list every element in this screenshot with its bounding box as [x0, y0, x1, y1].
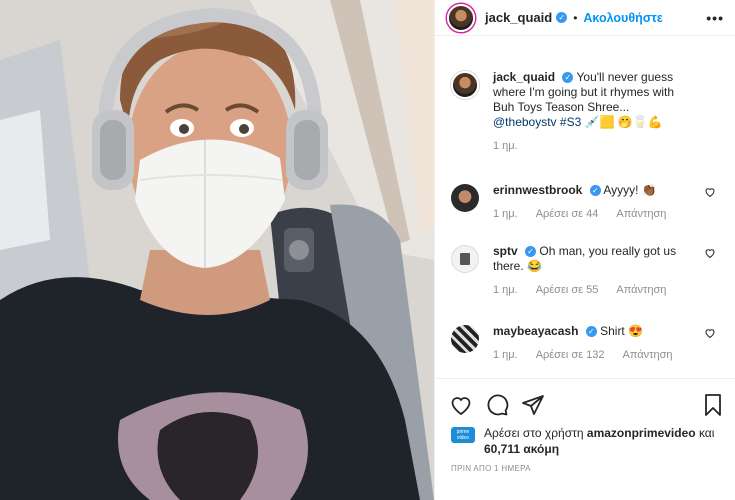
- verified-icon: ✓: [585, 326, 597, 338]
- heart-icon[interactable]: [704, 327, 716, 339]
- more-icon[interactable]: •••: [706, 10, 724, 26]
- comment-text: erinnwestbrook ✓ Ayyyy! 👏🏾: [493, 183, 696, 198]
- verified-icon: ✓: [562, 72, 574, 84]
- bookmark-icon[interactable]: [701, 393, 725, 417]
- comment-time[interactable]: 1 ημ.: [493, 208, 518, 220]
- caption-time[interactable]: 1 ημ.: [493, 140, 518, 152]
- comment-likes[interactable]: Αρέσει σε 132: [536, 349, 605, 361]
- caption-username[interactable]: jack_quaid: [493, 70, 555, 84]
- author-username[interactable]: jack_quaid: [485, 10, 552, 25]
- comment-item: maybeayacash ✓ Shirt 😍 1 ημ. Αρέσει σε 1…: [435, 324, 735, 361]
- reply-button[interactable]: Απάντηση: [616, 208, 666, 220]
- likes-summary: prime video Αρέσει στο χρήστη amazonprim…: [451, 425, 731, 457]
- commenter-avatar[interactable]: [451, 184, 479, 212]
- separator-dot: •: [573, 10, 578, 25]
- verified-icon: ✓: [556, 12, 568, 23]
- caption-meta: 1 ημ.: [493, 140, 696, 152]
- comment-time[interactable]: 1 ημ.: [493, 349, 518, 361]
- likes-user[interactable]: amazonprimevideo: [587, 426, 696, 440]
- comment-likes[interactable]: Αρέσει σε 55: [536, 284, 599, 296]
- comment-meta: 1 ημ. Αρέσει σε 132 Απάντηση: [493, 349, 696, 361]
- prime-video-avatar[interactable]: prime video: [451, 427, 475, 443]
- heart-icon[interactable]: [704, 247, 716, 259]
- comment-time[interactable]: 1 ημ.: [493, 284, 518, 296]
- post-details-panel: jack_quaid ✓ • Ακολουθήστε ••• jack_quai…: [434, 0, 735, 500]
- verified-icon: ✓: [525, 246, 537, 258]
- likes-prefix: Αρέσει στο χρήστη: [484, 426, 584, 440]
- caption-mention[interactable]: @theboystv: [493, 115, 557, 129]
- caption: jack_quaid ✓ You'll never guess where I'…: [435, 70, 735, 152]
- comment-text: sptv ✓ Oh man, you really got us there. …: [493, 244, 696, 274]
- heart-icon[interactable]: [704, 186, 716, 198]
- comment-item: erinnwestbrook ✓ Ayyyy! 👏🏾 1 ημ. Αρέσει …: [435, 183, 735, 220]
- comment-item: sptv ✓ Oh man, you really got us there. …: [435, 244, 735, 296]
- post-photo[interactable]: [0, 0, 434, 500]
- commenter-avatar[interactable]: [451, 325, 479, 353]
- caption-hashtag[interactable]: #S3: [560, 115, 581, 129]
- commenter-username[interactable]: maybeayacash: [493, 324, 578, 338]
- likes-connector: και: [698, 426, 715, 440]
- author-avatar[interactable]: [447, 3, 475, 32]
- heart-icon[interactable]: [449, 393, 473, 417]
- comment-meta: 1 ημ. Αρέσει σε 44 Απάντηση: [493, 208, 696, 220]
- commenter-username[interactable]: sptv: [493, 244, 518, 258]
- follow-button[interactable]: Ακολουθήστε: [583, 11, 662, 25]
- comment-meta: 1 ημ. Αρέσει σε 55 Απάντηση: [493, 284, 696, 296]
- reply-button[interactable]: Απάντηση: [622, 349, 672, 361]
- reply-button[interactable]: Απάντηση: [616, 284, 666, 296]
- caption-emojis: 💉🟨 🤭🥛💪: [584, 115, 663, 129]
- commenter-username[interactable]: erinnwestbrook: [493, 183, 582, 197]
- comment-text: maybeayacash ✓ Shirt 😍: [493, 324, 696, 339]
- post-timestamp[interactable]: ΠΡΙΝ ΑΠΟ 1 ΗΜΕΡΑ: [451, 464, 531, 473]
- action-bar: [435, 378, 735, 430]
- comment-body: Shirt 😍: [600, 324, 644, 338]
- comment-body: Oh man, you really got us there. 😂: [493, 244, 677, 273]
- caption-text: jack_quaid ✓ You'll never guess where I'…: [493, 70, 696, 130]
- comment-likes[interactable]: Αρέσει σε 44: [536, 208, 599, 220]
- selfie-illustration: [0, 0, 434, 500]
- verified-icon: ✓: [589, 185, 601, 197]
- comment-body: Ayyyy! 👏🏾: [603, 183, 657, 197]
- commenter-avatar[interactable]: [451, 245, 479, 273]
- caption-avatar[interactable]: [451, 71, 479, 99]
- comment-icon[interactable]: [485, 393, 509, 417]
- likes-count[interactable]: 60,711 ακόμη: [451, 441, 731, 457]
- instagram-post: jack_quaid ✓ • Ακολουθήστε ••• jack_quai…: [0, 0, 735, 500]
- post-header: jack_quaid ✓ • Ακολουθήστε •••: [435, 0, 735, 36]
- share-icon[interactable]: [521, 393, 545, 417]
- likes-line: Αρέσει στο χρήστη amazonprimevideo και: [451, 425, 731, 441]
